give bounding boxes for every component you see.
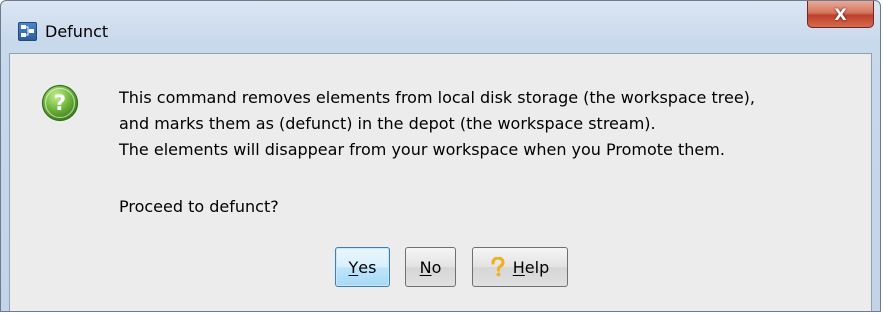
app-icon — [18, 22, 37, 41]
question-icon: ? — [41, 84, 79, 122]
dialog-content: ? This command removes elements from loc… — [9, 53, 872, 311]
help-question-icon — [491, 257, 505, 277]
message-line-1: This command removes elements from local… — [119, 88, 755, 107]
no-label-rest: o — [431, 257, 442, 277]
close-icon: X — [834, 4, 847, 24]
help-mnemonic: H — [512, 257, 525, 277]
message-line-2: and marks them as (defunct) in the depot… — [119, 114, 656, 133]
help-button[interactable]: Help — [472, 247, 568, 287]
dialog-window: Defunct X ? This command removes element… — [0, 0, 881, 312]
yes-mnemonic: Y — [348, 257, 359, 277]
no-mnemonic: N — [419, 257, 432, 277]
close-button[interactable]: X — [807, 1, 874, 28]
window-title: Defunct — [45, 22, 109, 41]
yes-button[interactable]: Yes — [335, 247, 390, 287]
help-label-rest: elp — [524, 257, 550, 277]
svg-text:?: ? — [54, 91, 66, 115]
yes-label-rest: es — [358, 257, 377, 277]
confirm-prompt: Proceed to defunct? — [119, 197, 279, 216]
message-line-3: The elements will disappear from your wo… — [119, 140, 725, 159]
title-bar[interactable]: Defunct X — [1, 1, 880, 53]
no-button[interactable]: No — [405, 247, 456, 287]
